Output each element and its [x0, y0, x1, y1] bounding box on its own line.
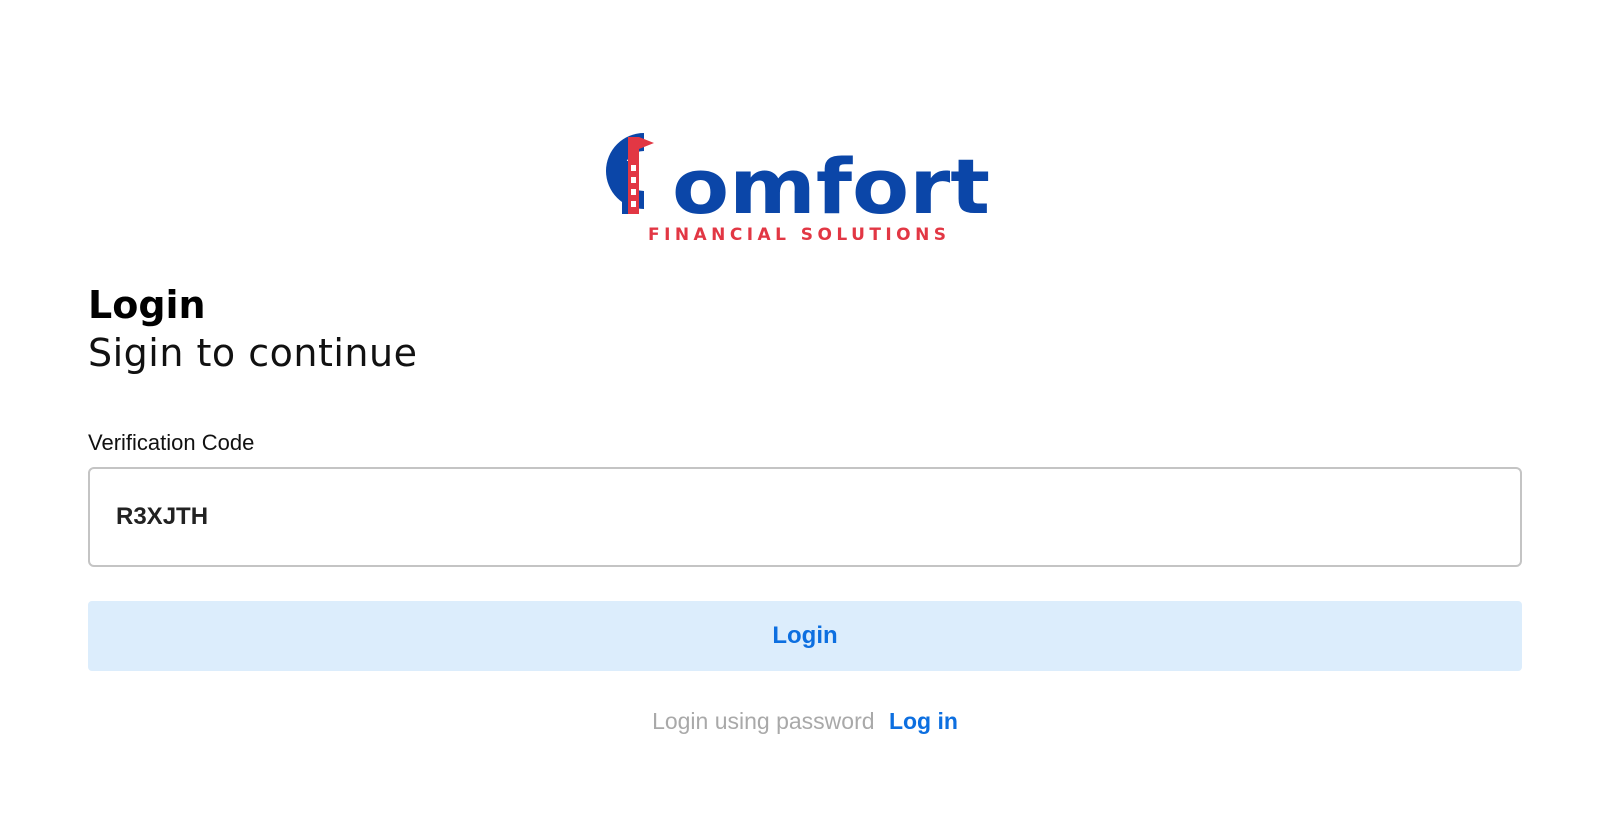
page-title: Login	[88, 283, 206, 327]
page-subtitle: Sigin to continue	[88, 331, 418, 375]
login-button[interactable]: Login	[88, 601, 1522, 671]
alternate-login: Login using password Log in	[0, 708, 1600, 735]
login-heading: Login Sigin to continue	[88, 282, 417, 378]
verification-code-input[interactable]	[88, 467, 1522, 567]
alternate-login-prompt: Login using password	[652, 708, 875, 734]
verification-code-label: Verification Code	[88, 430, 255, 455]
comfort-logo-icon: omfort FINANCIAL SOLUTIONS	[605, 133, 990, 245]
password-login-link[interactable]: Log in	[889, 708, 958, 734]
company-logo: omfort FINANCIAL SOLUTIONS	[600, 125, 1010, 250]
logo-wordmark: omfort	[672, 142, 990, 231]
login-page: omfort FINANCIAL SOLUTIONS Login Sigin t…	[0, 0, 1600, 836]
